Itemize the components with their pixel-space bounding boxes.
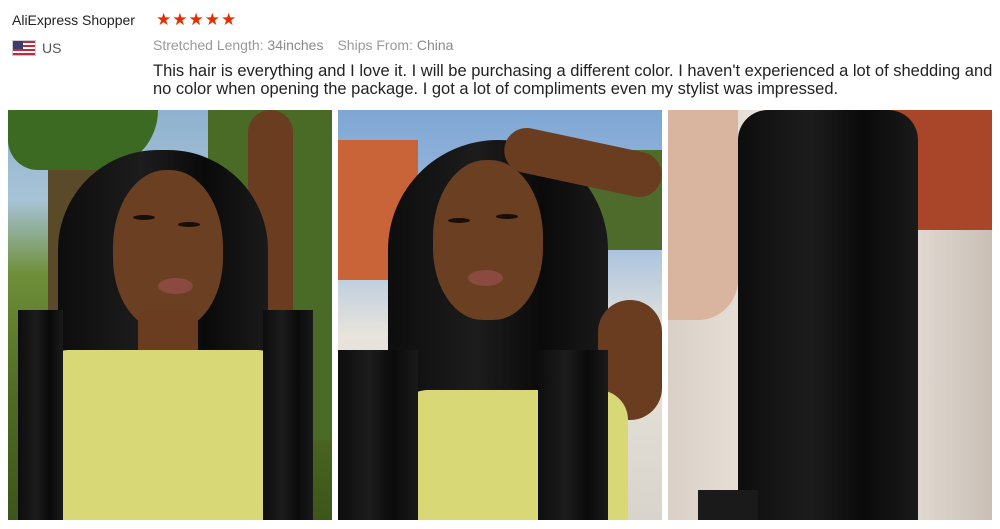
stretched-length: Stretched Length: 34inches bbox=[153, 37, 323, 53]
stretched-length-value: 34inches bbox=[267, 37, 324, 53]
yellow-top bbox=[48, 350, 278, 520]
shopper-country: US bbox=[12, 40, 61, 56]
review-photo-1[interactable] bbox=[8, 110, 332, 520]
review-header: AliExpress Shopper ★★★★★ US Stretched Le… bbox=[12, 10, 992, 110]
product-attributes: Stretched Length: 34inches Ships From: C… bbox=[153, 37, 453, 53]
lips bbox=[158, 278, 193, 294]
star-rating: ★★★★★ bbox=[156, 10, 238, 29]
review-photo-2[interactable] bbox=[338, 110, 662, 520]
review-photos bbox=[8, 110, 992, 520]
chair bbox=[698, 490, 758, 520]
shopper-name: AliExpress Shopper bbox=[12, 12, 135, 28]
ships-from-value: China bbox=[416, 37, 454, 53]
face bbox=[113, 170, 223, 330]
stretched-length-label: Stretched Length: bbox=[153, 37, 264, 53]
us-flag-icon bbox=[12, 40, 36, 56]
review-text: This hair is everything and I love it. I… bbox=[153, 62, 993, 98]
ships-from: Ships From: China bbox=[337, 37, 453, 53]
hair-bundle bbox=[738, 110, 918, 520]
review-photo-3[interactable] bbox=[668, 110, 992, 520]
face bbox=[433, 160, 543, 320]
ships-from-label: Ships From: bbox=[337, 37, 413, 53]
country-code: US bbox=[42, 40, 62, 56]
hand bbox=[668, 110, 738, 320]
lips bbox=[468, 270, 503, 286]
